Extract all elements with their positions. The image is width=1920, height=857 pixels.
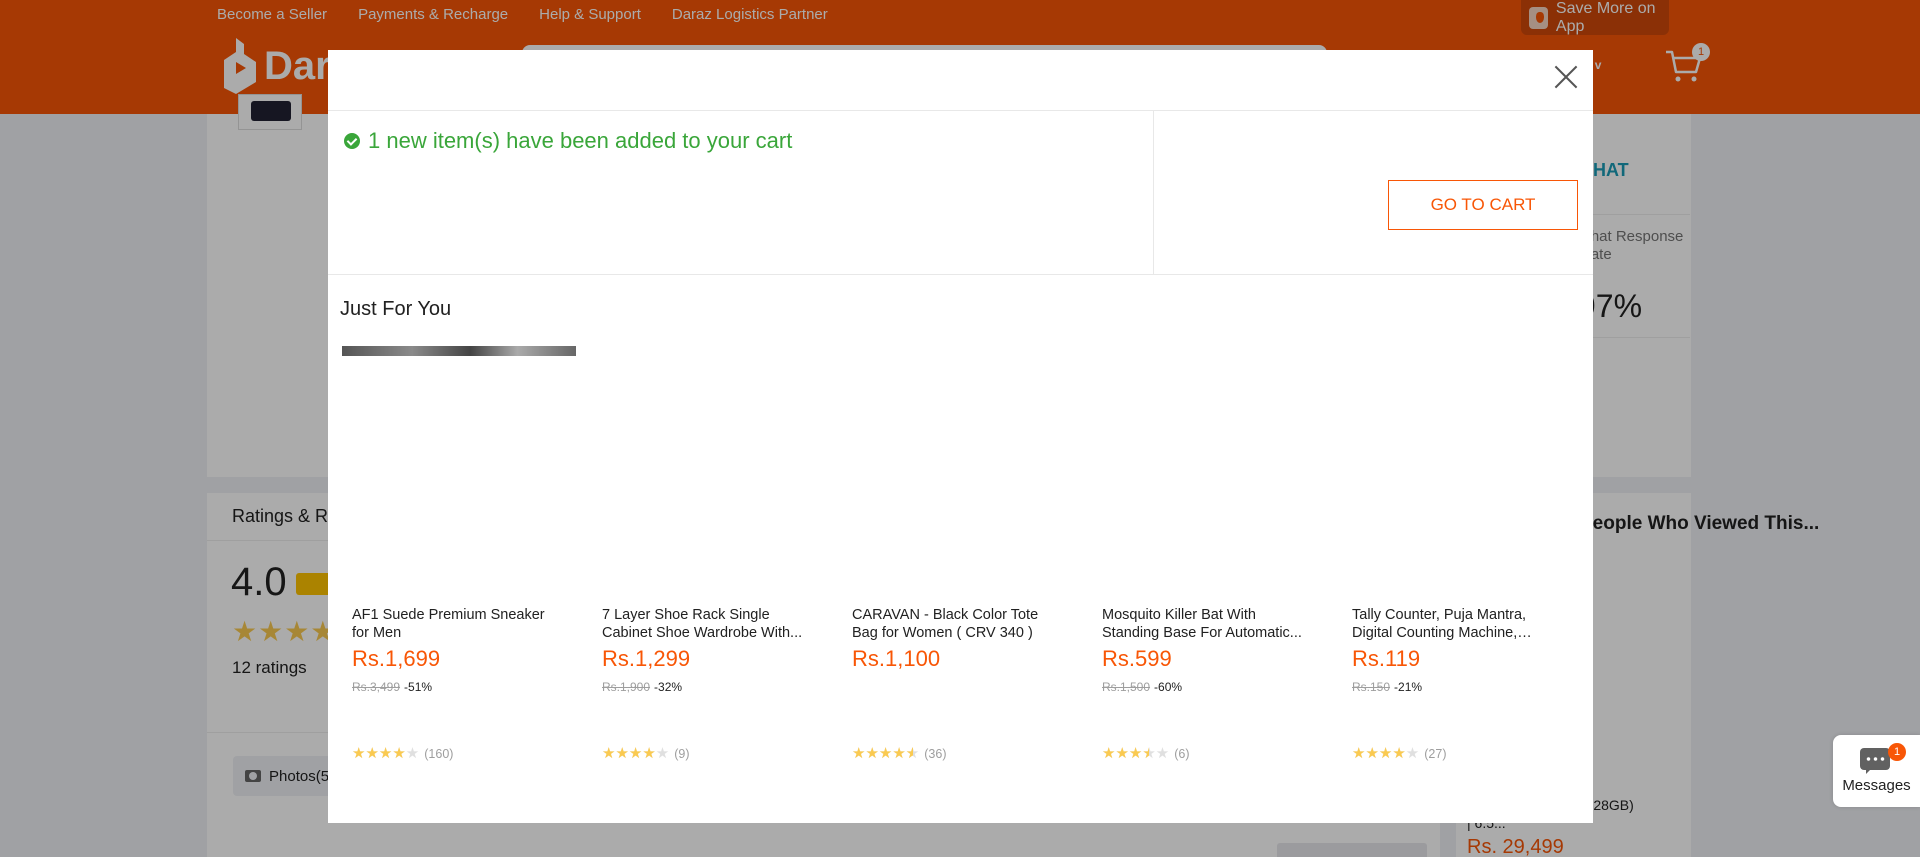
- product-rating: ★★★★★★★★★★ (36): [852, 746, 946, 761]
- product-price: Rs.1,100: [852, 646, 941, 671]
- product-price: Rs.599: [1102, 646, 1172, 671]
- rating-stars-icon: ★★★★★★★★★★: [852, 745, 920, 762]
- product-image[interactable]: [592, 346, 826, 578]
- messages-badge: 1: [1888, 743, 1906, 761]
- product-discount: -51%: [404, 680, 433, 694]
- product-card[interactable]: CARAVAN - Black Color Tote Bag for Women…: [830, 346, 1076, 806]
- product-name[interactable]: AF1 Suede Premium Sneaker for Men: [352, 606, 557, 642]
- product-card[interactable]: Mosquito Killer Bat With Standing Base F…: [1080, 346, 1326, 806]
- close-icon[interactable]: [1551, 62, 1581, 92]
- recommendation-list: AF1 Suede Premium Sneaker for Men Rs.1,6…: [330, 346, 1590, 816]
- product-name[interactable]: Tally Counter, Puja Mantra, Digital Coun…: [1352, 606, 1557, 642]
- added-to-cart-modal: 1 new item(s) have been added to your ca…: [328, 50, 1593, 823]
- chat-bubble-icon: [1860, 748, 1890, 774]
- product-name[interactable]: Mosquito Killer Bat With Standing Base F…: [1102, 606, 1307, 642]
- product-review-count: (36): [924, 746, 947, 761]
- product-rating: ★★★★★★★★★★ (9): [602, 746, 690, 761]
- product-review-count: (27): [1424, 746, 1447, 761]
- messages-widget[interactable]: 1 Messages: [1833, 735, 1920, 807]
- product-image[interactable]: [342, 346, 576, 578]
- product-discount: -60%: [1154, 680, 1183, 694]
- modal-vertical-divider: [1153, 111, 1154, 274]
- product-name[interactable]: 7 Layer Shoe Rack Single Cabinet Shoe Wa…: [602, 606, 807, 642]
- product-review-count: (6): [1174, 746, 1190, 761]
- product-discount: -21%: [1394, 680, 1423, 694]
- product-image[interactable]: [842, 346, 1076, 578]
- product-rating: ★★★★★★★★★★ (160): [352, 746, 453, 761]
- product-image[interactable]: [1092, 346, 1326, 578]
- rating-stars-icon: ★★★★★★★★★★: [1352, 745, 1420, 762]
- messages-label: Messages: [1842, 777, 1911, 794]
- product-review-count: (9): [674, 746, 690, 761]
- product-old-price: Rs.3,499: [352, 680, 401, 694]
- product-price: Rs.1,699: [352, 646, 441, 671]
- product-name[interactable]: CARAVAN - Black Color Tote Bag for Women…: [852, 606, 1057, 642]
- product-old-price: Rs.1,900: [602, 680, 651, 694]
- just-for-you-title: Just For You: [340, 298, 452, 320]
- product-old-price: Rs.1,500: [1102, 680, 1151, 694]
- product-old-price-row: Rs.1,900 -32%: [602, 680, 682, 694]
- modal-section-divider: [328, 274, 1593, 275]
- product-card[interactable]: Tally Counter, Puja Mantra, Digital Coun…: [1330, 346, 1576, 806]
- go-to-cart-button[interactable]: GO TO CART: [1388, 180, 1578, 230]
- check-circle-icon: [344, 133, 360, 149]
- rating-stars-icon: ★★★★★★★★★★: [602, 745, 670, 762]
- product-old-price-row: Rs.150 -21%: [1352, 680, 1422, 694]
- product-discount: -32%: [654, 680, 683, 694]
- product-old-price-row: Rs.1,500 -60%: [1102, 680, 1182, 694]
- product-card[interactable]: AF1 Suede Premium Sneaker for Men Rs.1,6…: [330, 346, 576, 806]
- product-rating: ★★★★★★★★★★ (6): [1102, 746, 1190, 761]
- modal-header-divider: [328, 110, 1593, 111]
- product-old-price-row: Rs.3,499 -51%: [352, 680, 432, 694]
- product-price: Rs.119: [1352, 646, 1421, 671]
- rating-stars-icon: ★★★★★★★★★★: [352, 745, 420, 762]
- product-price: Rs.1,299: [602, 646, 691, 671]
- added-to-cart-message: 1 new item(s) have been added to your ca…: [344, 128, 792, 154]
- product-image[interactable]: [1342, 346, 1576, 578]
- product-card[interactable]: 7 Layer Shoe Rack Single Cabinet Shoe Wa…: [580, 346, 826, 806]
- product-rating: ★★★★★★★★★★ (27): [1352, 746, 1446, 761]
- product-old-price: Rs.150: [1352, 680, 1391, 694]
- rating-stars-icon: ★★★★★★★★★★: [1102, 745, 1170, 762]
- added-message-text: 1 new item(s) have been added to your ca…: [368, 128, 793, 153]
- product-review-count: (160): [424, 746, 454, 761]
